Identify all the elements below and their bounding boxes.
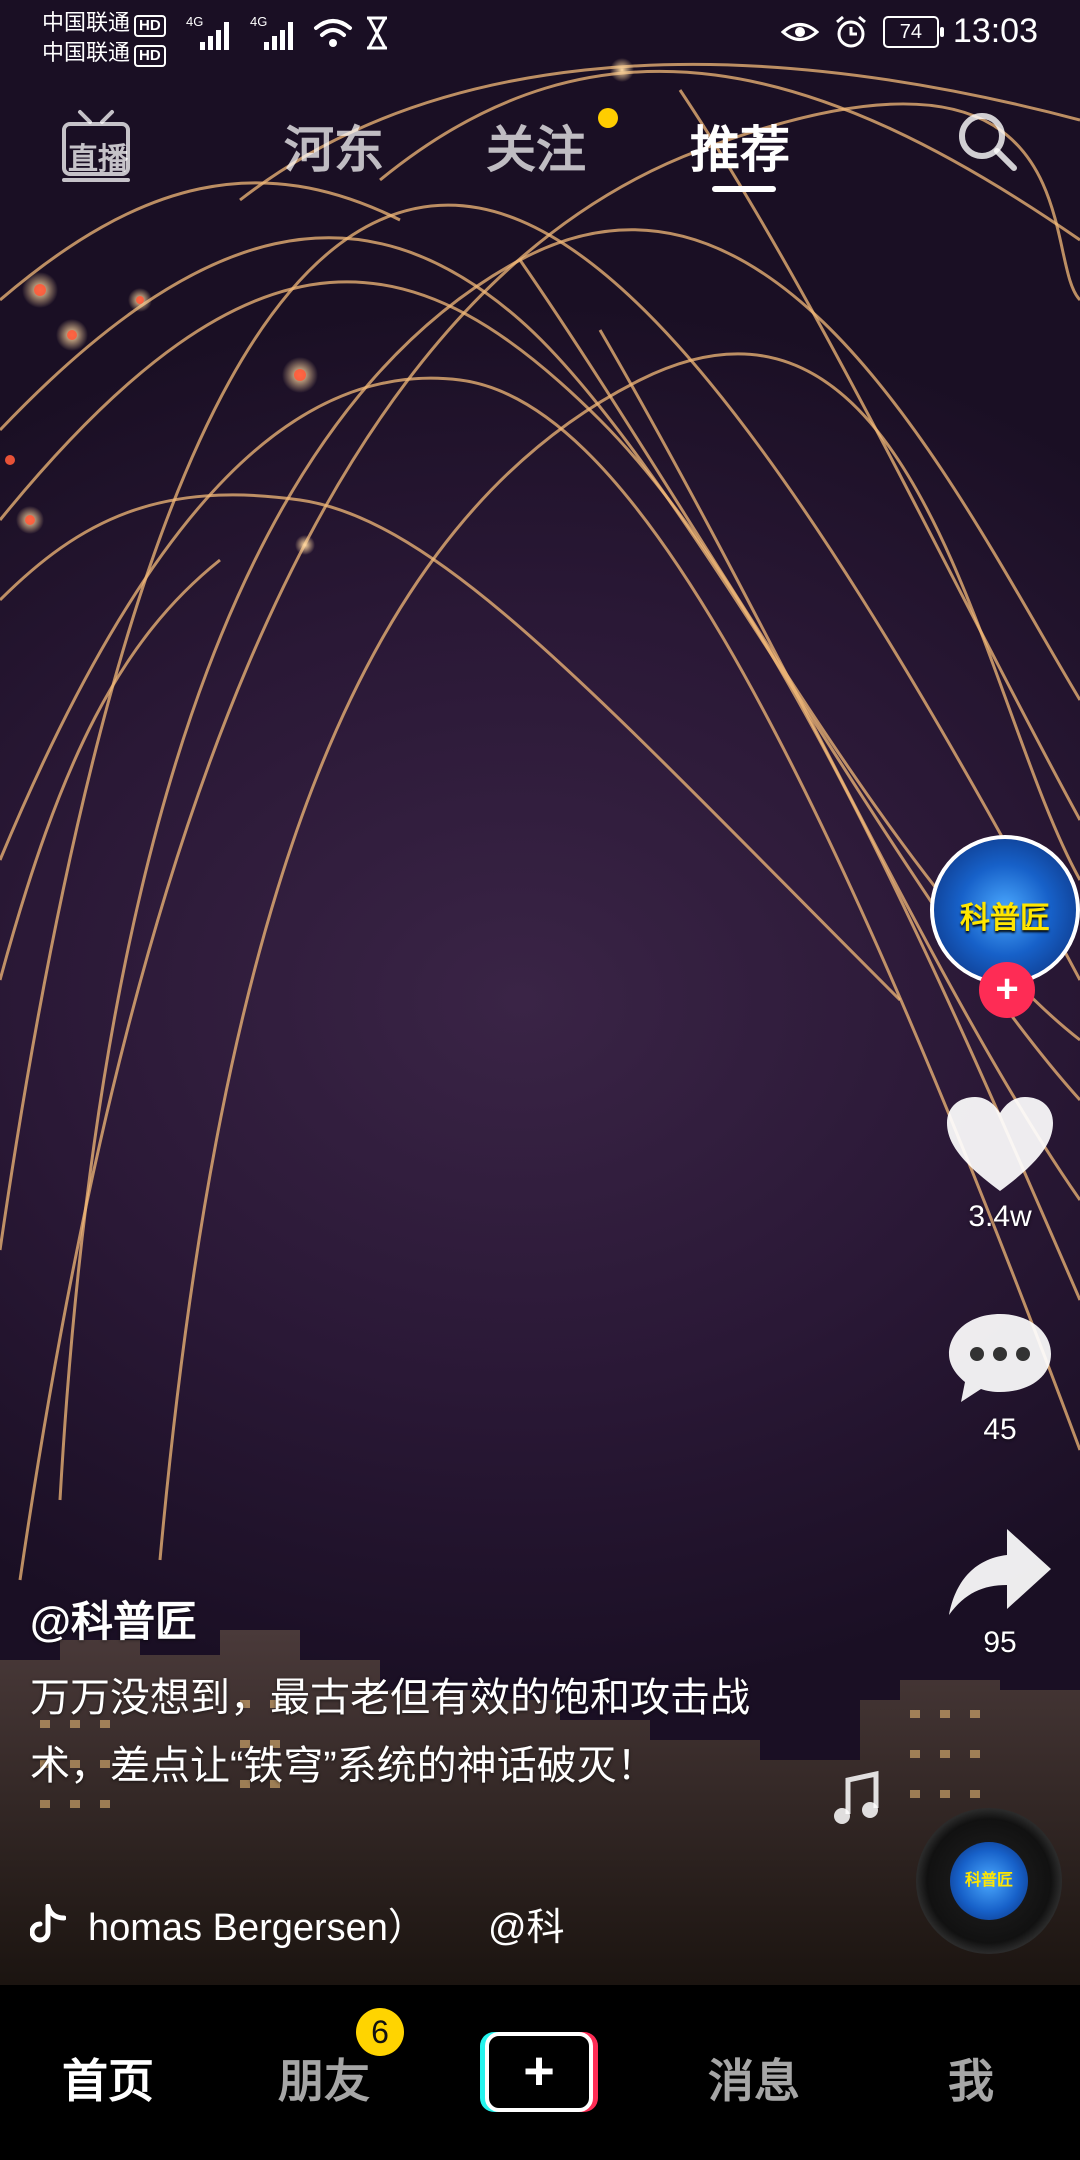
tab-hedong[interactable]: 河东 — [284, 110, 384, 182]
share-count: 95 — [983, 1626, 1017, 1659]
nav-home[interactable]: 首页 — [62, 2045, 154, 2111]
status-bar: 中国联通 HD 中国联通 HD 4G 4G 74 13:03 — [0, 0, 1080, 80]
friends-badge: 6 — [356, 2008, 404, 2056]
music-info[interactable]: homas Bergersen） @科 — [30, 1896, 565, 1951]
following-new-dot — [598, 108, 618, 128]
action-rail: 科普匠 + 3.4w 45 95 — [920, 0, 1080, 1985]
music-author-mention: @科 — [487, 1907, 565, 1949]
like-button[interactable]: 3.4w — [920, 1095, 1080, 1234]
heart-icon — [947, 1097, 1053, 1191]
create-plus-icon: + — [485, 2032, 593, 2112]
active-tab-indicator — [712, 186, 776, 192]
share-button[interactable]: 95 — [920, 1525, 1080, 1660]
music-disc-cover: 科普匠 — [950, 1842, 1028, 1920]
share-arrow-icon — [949, 1529, 1051, 1615]
music-title: homas Bergersen） — [88, 1907, 426, 1949]
video-feed-screen: 中国联通 HD 中国联通 HD 4G 4G 74 13:03 直播 河东 关注 … — [0, 0, 1080, 2160]
signal-2-icon: 4G — [250, 14, 302, 59]
eye-icon — [780, 22, 819, 41]
carrier-info: 中国联通 HD 中国联通 HD — [42, 8, 166, 68]
hd-badge-1: HD — [134, 15, 166, 37]
avatar-text: 科普匠 — [960, 902, 1050, 935]
top-tab-bar: 直播 河东 关注 推荐 — [0, 100, 1080, 200]
comment-icon — [949, 1314, 1051, 1402]
like-count: 3.4w — [968, 1200, 1032, 1233]
author-name[interactable]: @科普匠 — [30, 1588, 197, 1649]
net-2-label: 4G — [250, 14, 268, 29]
carrier-2-label: 中国联通 — [42, 40, 131, 65]
nav-me[interactable]: 我 — [948, 2045, 994, 2111]
music-disc[interactable]: 科普匠 — [916, 1808, 1062, 1954]
nav-messages[interactable]: 消息 — [708, 2045, 800, 2111]
alarm-icon — [835, 15, 866, 47]
video-description: 万万没想到，最古老但有效的饱和攻击战术，差点让“铁穹”系统的神话破灭！ — [30, 1676, 750, 1788]
hd-badge-2: HD — [134, 45, 166, 67]
signal-1-icon: 4G — [186, 14, 238, 59]
hourglass-icon — [367, 16, 387, 50]
comment-count: 45 — [983, 1413, 1017, 1446]
create-button[interactable]: + — [480, 2032, 598, 2112]
net-1-label: 4G — [186, 14, 204, 29]
carrier-1-label: 中国联通 — [42, 10, 131, 35]
tiktok-note-icon — [30, 1903, 66, 1942]
wifi-icon — [314, 19, 352, 47]
tab-following[interactable]: 关注 — [486, 110, 586, 182]
nav-friends[interactable]: 朋友 — [278, 2045, 370, 2111]
tab-recommended[interactable]: 推荐 — [690, 110, 790, 182]
live-label: 直播 — [68, 143, 128, 176]
music-note-icon — [834, 1770, 879, 1824]
comment-button[interactable]: 45 — [920, 1308, 1080, 1447]
live-button[interactable]: 直播 — [60, 108, 132, 189]
follow-button[interactable]: + — [979, 962, 1035, 1018]
